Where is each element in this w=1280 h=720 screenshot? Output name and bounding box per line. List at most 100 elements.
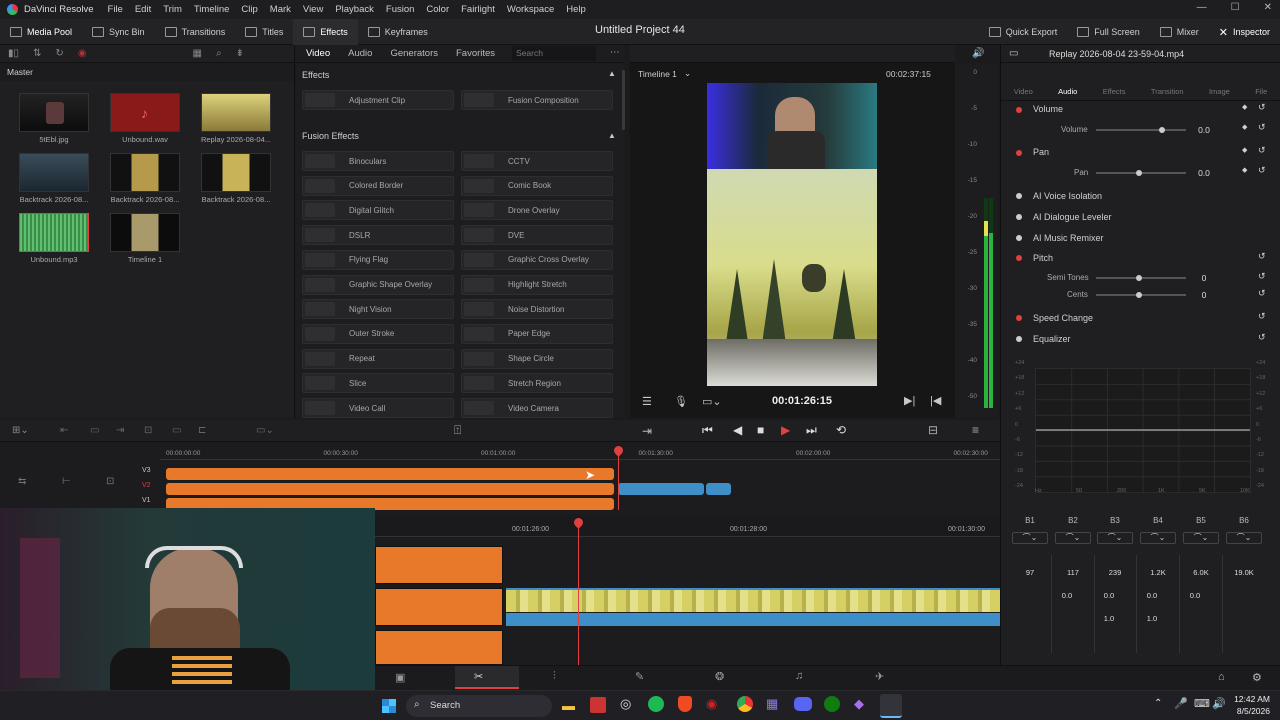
reset-icon[interactable]: ↺ xyxy=(1258,311,1266,322)
collapse-icon[interactable]: ▲ xyxy=(608,69,616,78)
enable-dot[interactable] xyxy=(1016,150,1022,156)
panel-toggle-icon[interactable]: ▭ xyxy=(1009,48,1018,59)
insert-icon[interactable]: ⇤ xyxy=(60,425,68,436)
microphone-icon[interactable]: 🎤 xyxy=(1174,697,1188,710)
spotify-icon[interactable] xyxy=(648,696,664,712)
effect-item[interactable]: Noise Distortion xyxy=(461,299,613,320)
collapse-icon[interactable]: ▲ xyxy=(608,131,616,140)
media-clip[interactable]: 5tEbl.jpg xyxy=(17,93,91,144)
tab-inspector-audio[interactable]: Audio xyxy=(1058,87,1077,96)
effect-item[interactable]: Night Vision xyxy=(302,299,454,320)
next-frame-icon[interactable]: ▶| xyxy=(904,394,915,407)
effect-item[interactable]: Shape Circle xyxy=(461,348,613,369)
current-timecode[interactable]: 00:01:26:15 xyxy=(772,395,832,407)
eq-band-frequency[interactable]: 97 xyxy=(1015,568,1045,577)
pan-value[interactable]: 0.0 xyxy=(1189,168,1219,178)
tab-inspector-video[interactable]: Video xyxy=(1014,87,1033,96)
keyframe-icon[interactable]: ◆ xyxy=(1242,123,1247,131)
menu-view[interactable]: View xyxy=(297,4,329,15)
eq-band-gain[interactable]: 0.0 xyxy=(1094,591,1124,600)
reset-icon[interactable]: ↺ xyxy=(1258,271,1266,282)
volume-icon[interactable]: 🔊 xyxy=(1212,697,1226,710)
sync-bin-button[interactable]: Sync Bin xyxy=(82,19,155,45)
skip-forward-icon[interactable]: ⏭ xyxy=(806,423,817,438)
tab-audio[interactable]: Audio xyxy=(348,48,372,59)
clip-audio-upper[interactable] xyxy=(618,483,704,495)
clip-v3-upper[interactable] xyxy=(166,468,614,480)
sort-icon[interactable]: ⇅ xyxy=(33,48,41,59)
chrome-icon[interactable] xyxy=(737,696,753,712)
eq-band-type-dropdown[interactable]: ⌒⌄ xyxy=(1055,532,1091,544)
eq-band-type-dropdown[interactable]: ⌒⌄ xyxy=(1012,532,1048,544)
track-tool-icon[interactable]: ⇆ xyxy=(18,476,26,487)
eq-band-type-dropdown[interactable]: ⌒⌄ xyxy=(1140,532,1176,544)
enable-dot[interactable] xyxy=(1016,255,1022,261)
effect-item[interactable]: Graphic Shape Overlay xyxy=(302,274,454,295)
effect-item[interactable]: Highlight Stretch xyxy=(461,274,613,295)
media-page-icon[interactable]: ▣ xyxy=(395,671,405,684)
menu-icon[interactable]: ≡ xyxy=(972,423,979,437)
eq-band-label[interactable]: B4 xyxy=(1143,516,1173,525)
lower-playhead[interactable] xyxy=(578,522,579,665)
eq-band-q[interactable]: 1.0 xyxy=(1094,614,1124,623)
grid-view-icon[interactable]: ▦ xyxy=(193,48,202,59)
tab-inspector-transition[interactable]: Transition xyxy=(1151,87,1184,96)
cut-page-tab[interactable] xyxy=(455,666,519,689)
enable-dot[interactable] xyxy=(1016,336,1022,342)
track-label-v3[interactable]: V3 xyxy=(142,467,151,474)
fairlight-page-icon[interactable]: ♫ xyxy=(795,670,803,682)
replace-icon[interactable]: ⇥ xyxy=(116,425,124,436)
append-icon[interactable]: ▭ xyxy=(172,425,181,436)
effect-item[interactable]: Video Camera xyxy=(461,398,613,418)
clip-lower-v1[interactable] xyxy=(375,630,503,665)
network-icon[interactable]: ⌨ xyxy=(1194,697,1210,710)
purple-app-icon[interactable]: ◆ xyxy=(854,696,864,712)
eq-band-label[interactable]: B2 xyxy=(1058,516,1088,525)
clock-time[interactable]: 12:42 AM xyxy=(1230,694,1270,704)
effects-search-input[interactable]: Search xyxy=(512,46,596,61)
enable-dot[interactable] xyxy=(1016,193,1022,199)
menu-mark[interactable]: Mark xyxy=(264,4,297,15)
section-effects[interactable]: Effects xyxy=(302,70,329,80)
audio-icon[interactable]: 🎙 xyxy=(674,395,688,408)
effect-item[interactable]: Slice xyxy=(302,373,454,394)
pitch-section[interactable]: Pitch ↺ xyxy=(1001,248,1280,268)
upper-timeline-ruler[interactable] xyxy=(160,446,1000,460)
menu-workspace[interactable]: Workspace xyxy=(501,4,560,15)
grid-app-icon[interactable]: ▦ xyxy=(766,696,778,712)
menu-fairlight[interactable]: Fairlight xyxy=(455,4,501,15)
menu-file[interactable]: File xyxy=(102,4,129,15)
sort-order-icon[interactable]: ⇟ xyxy=(236,48,244,59)
effect-item[interactable]: Flying Flag xyxy=(302,249,454,270)
track-label-v1[interactable]: V1 xyxy=(142,497,151,504)
enable-dot[interactable] xyxy=(1016,107,1022,113)
volume-knob[interactable] xyxy=(1159,127,1165,133)
bin-master[interactable]: Master xyxy=(0,63,294,81)
edit-page-icon[interactable]: ⫶ xyxy=(553,670,556,683)
menu-help[interactable]: Help xyxy=(560,4,592,15)
eq-band-label[interactable]: B3 xyxy=(1100,516,1130,525)
effects-scrollbar[interactable] xyxy=(622,70,625,130)
menu-timeline[interactable]: Timeline xyxy=(188,4,236,15)
calendar-app-icon[interactable] xyxy=(590,697,606,713)
media-pool-button[interactable]: Media Pool xyxy=(0,19,82,45)
tab-inspector-file[interactable]: File xyxy=(1255,87,1267,96)
media-clip[interactable]: Replay 2026-08-04... xyxy=(199,93,273,144)
tab-inspector-effects[interactable]: Effects xyxy=(1103,87,1126,96)
semitones-knob[interactable] xyxy=(1136,275,1142,281)
maximize-icon[interactable]: ☐ xyxy=(1231,2,1240,13)
tab-video[interactable]: Video xyxy=(306,48,330,59)
reset-icon[interactable]: ↺ xyxy=(1258,251,1266,262)
cents-knob[interactable] xyxy=(1136,292,1142,298)
panel-layout-icon[interactable]: ▮▯ xyxy=(8,48,19,59)
effect-item[interactable]: Digital Glitch xyxy=(302,200,454,221)
chevron-down-icon[interactable]: ⌄ xyxy=(684,68,691,79)
ai-dialogue-leveler[interactable]: AI Dialogue Leveler xyxy=(1001,207,1280,227)
layout-icon[interactable]: ⊞⌄ xyxy=(12,425,29,436)
effect-item[interactable]: CCTV xyxy=(461,151,613,171)
ai-voice-isolation[interactable]: AI Voice Isolation xyxy=(1001,186,1280,206)
red-app-icon[interactable]: ◉ xyxy=(706,696,717,712)
fusion-page-icon[interactable]: ✎ xyxy=(635,670,644,683)
eq-band-q[interactable]: 1.0 xyxy=(1137,614,1167,623)
effect-item[interactable]: Stretch Region xyxy=(461,373,613,394)
